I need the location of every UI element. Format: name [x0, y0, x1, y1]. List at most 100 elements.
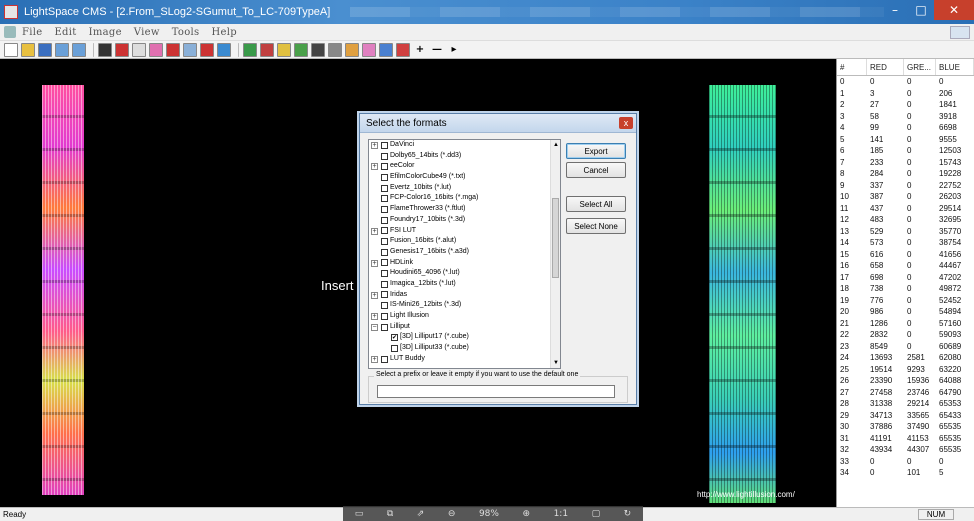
bar-chart-icon[interactable] [396, 42, 410, 57]
table-row[interactable]: 15 616 0 41656 [837, 249, 974, 261]
format-checkbox[interactable] [381, 238, 388, 246]
table-row[interactable]: 23 8549 0 60689 [837, 341, 974, 353]
format-tree-item[interactable]: FlameThrower33 (*.ftlut) [369, 204, 560, 215]
table-row[interactable]: 17 698 0 47202 [837, 272, 974, 284]
col-header-red[interactable]: RED [867, 59, 904, 75]
cancel-button[interactable]: Cancel [566, 162, 626, 178]
table-row[interactable]: 11 437 0 29514 [837, 203, 974, 215]
format-tree-item[interactable]: Imagica_12bits (*.lut) [369, 279, 560, 290]
format-checkbox[interactable] [381, 141, 388, 149]
format-checkbox[interactable] [381, 184, 388, 192]
table-row[interactable]: 27 27458 23746 64790 [837, 387, 974, 399]
open-folder-icon[interactable] [21, 42, 35, 57]
format-tree-item[interactable]: Evertz_10bits (*.lut) [369, 183, 560, 194]
format-checkbox[interactable] [381, 227, 388, 235]
grayscale-icon[interactable] [98, 42, 112, 57]
format-checkbox[interactable] [381, 280, 388, 288]
triangle-icon[interactable] [277, 42, 291, 57]
expand-toggle-icon[interactable]: + [371, 259, 378, 267]
format-checkbox[interactable] [381, 216, 388, 224]
format-tree-item[interactable]: ✔ [3D] Lilliput17 (*.cube) [369, 332, 560, 343]
minus-icon[interactable]: — [430, 43, 444, 57]
maximize-button[interactable]: □ [908, 0, 934, 20]
rotate-icon[interactable]: ↻ [624, 509, 632, 519]
format-checkbox[interactable] [381, 302, 388, 310]
table-row[interactable]: 4 99 0 6698 [837, 122, 974, 134]
format-tree-item[interactable]: Genesis17_16bits (*.a3d) [369, 247, 560, 258]
zoom-out-icon[interactable]: ⊖ [448, 509, 456, 519]
new-icon[interactable] [4, 42, 18, 57]
table-row[interactable]: 19 776 0 52452 [837, 295, 974, 307]
format-tree-item[interactable]: + Iridas [369, 290, 560, 301]
format-tree[interactable]: + DaVinci Dolby65_14bits (*.dd3) + eeColor Ef… [368, 139, 561, 369]
menu-view[interactable]: View [134, 27, 160, 38]
grid-icon[interactable] [260, 42, 274, 57]
cube-icon[interactable] [379, 42, 393, 57]
export-button[interactable]: Export [566, 143, 626, 159]
circle-icon[interactable] [243, 42, 257, 57]
table-row[interactable]: 21 1286 0 57160 [837, 318, 974, 330]
format-checkbox[interactable] [381, 355, 388, 363]
format-tree-item[interactable]: [3D] Lilliput33 (*.cube) [369, 343, 560, 354]
minimize-button[interactable]: – [882, 0, 908, 20]
table-row[interactable]: 22 2832 0 59093 [837, 329, 974, 341]
table-row[interactable]: 9 337 0 22752 [837, 180, 974, 192]
table-row[interactable]: 29 34713 33565 65433 [837, 410, 974, 422]
table-row[interactable]: 26 23390 15936 64088 [837, 375, 974, 387]
share-icon[interactable]: ⇗ [417, 509, 425, 519]
radiation-icon[interactable] [345, 42, 359, 57]
format-tree-item[interactable]: Fusion_16bits (*.alut) [369, 236, 560, 247]
table-row[interactable]: 32 43934 44307 65535 [837, 444, 974, 456]
format-tree-item[interactable]: Houdini65_4096 (*.lut) [369, 268, 560, 279]
format-checkbox[interactable] [391, 344, 398, 352]
format-checkbox[interactable] [381, 323, 388, 331]
table-row[interactable]: 20 986 0 54894 [837, 306, 974, 318]
table-row[interactable]: 8 284 0 19228 [837, 168, 974, 180]
col-header-green[interactable]: GRE... [904, 59, 936, 75]
picture-icon[interactable] [183, 42, 197, 57]
expand-toggle-icon[interactable]: + [371, 313, 378, 320]
table-row[interactable]: 2 27 0 1841 [837, 99, 974, 111]
plus-icon[interactable]: + [413, 43, 427, 57]
settings-icon[interactable] [328, 42, 342, 57]
format-tree-item[interactable]: IS-Mini26_12bits (*.3d) [369, 300, 560, 311]
zoom-in-icon[interactable]: ⊕ [522, 509, 530, 519]
table-row[interactable]: 30 37886 37490 65535 [837, 421, 974, 433]
play-icon[interactable] [294, 42, 308, 57]
table-row[interactable]: 10 387 0 26203 [837, 191, 974, 203]
format-tree-item[interactable]: Dolby65_14bits (*.dd3) [369, 151, 560, 162]
col-header-index[interactable]: # [837, 59, 867, 75]
format-checkbox[interactable] [381, 312, 388, 320]
format-tree-item[interactable]: FCP-Color16_16bits (*.mga) [369, 193, 560, 204]
format-tree-item[interactable]: + DaVinci [369, 140, 560, 151]
format-checkbox[interactable] [381, 163, 388, 171]
table-row[interactable]: 34 0 101 5 [837, 467, 974, 479]
format-checkbox[interactable] [381, 173, 388, 181]
table-row[interactable]: 3 58 0 3918 [837, 111, 974, 123]
expand-toggle-icon[interactable]: + [371, 163, 378, 171]
expand-toggle-icon[interactable]: + [371, 142, 378, 149]
table-row[interactable]: 6 185 0 12503 [837, 145, 974, 157]
table-row[interactable]: 7 233 0 15743 [837, 157, 974, 169]
flower-icon[interactable] [149, 42, 163, 57]
globe-icon[interactable] [217, 42, 231, 57]
format-checkbox[interactable] [381, 291, 388, 299]
prefix-input[interactable] [377, 385, 615, 398]
col-header-blue[interactable]: BLUE [936, 59, 974, 75]
table-row[interactable]: 5 141 0 9555 [837, 134, 974, 146]
table-row[interactable]: 12 483 0 32695 [837, 214, 974, 226]
expand-toggle-icon[interactable]: + [371, 355, 378, 363]
redo-icon[interactable] [72, 42, 86, 57]
table-row[interactable]: 14 573 0 38754 [837, 237, 974, 249]
dialog-close-button[interactable]: x [619, 117, 633, 129]
menu-help[interactable]: Help [211, 27, 236, 38]
table-row[interactable]: 16 658 0 44467 [837, 260, 974, 272]
format-tree-item[interactable]: + LUT Buddy [369, 354, 560, 365]
table-row[interactable]: 1 3 0 206 [837, 88, 974, 100]
format-checkbox[interactable] [381, 248, 388, 256]
camera-icon[interactable] [311, 42, 325, 57]
mdi-restore-icon[interactable] [950, 26, 970, 39]
format-checkbox[interactable] [381, 152, 388, 160]
table-row[interactable]: 24 13693 2581 62080 [837, 352, 974, 364]
fit-screen-icon[interactable]: ▢ [592, 509, 601, 519]
